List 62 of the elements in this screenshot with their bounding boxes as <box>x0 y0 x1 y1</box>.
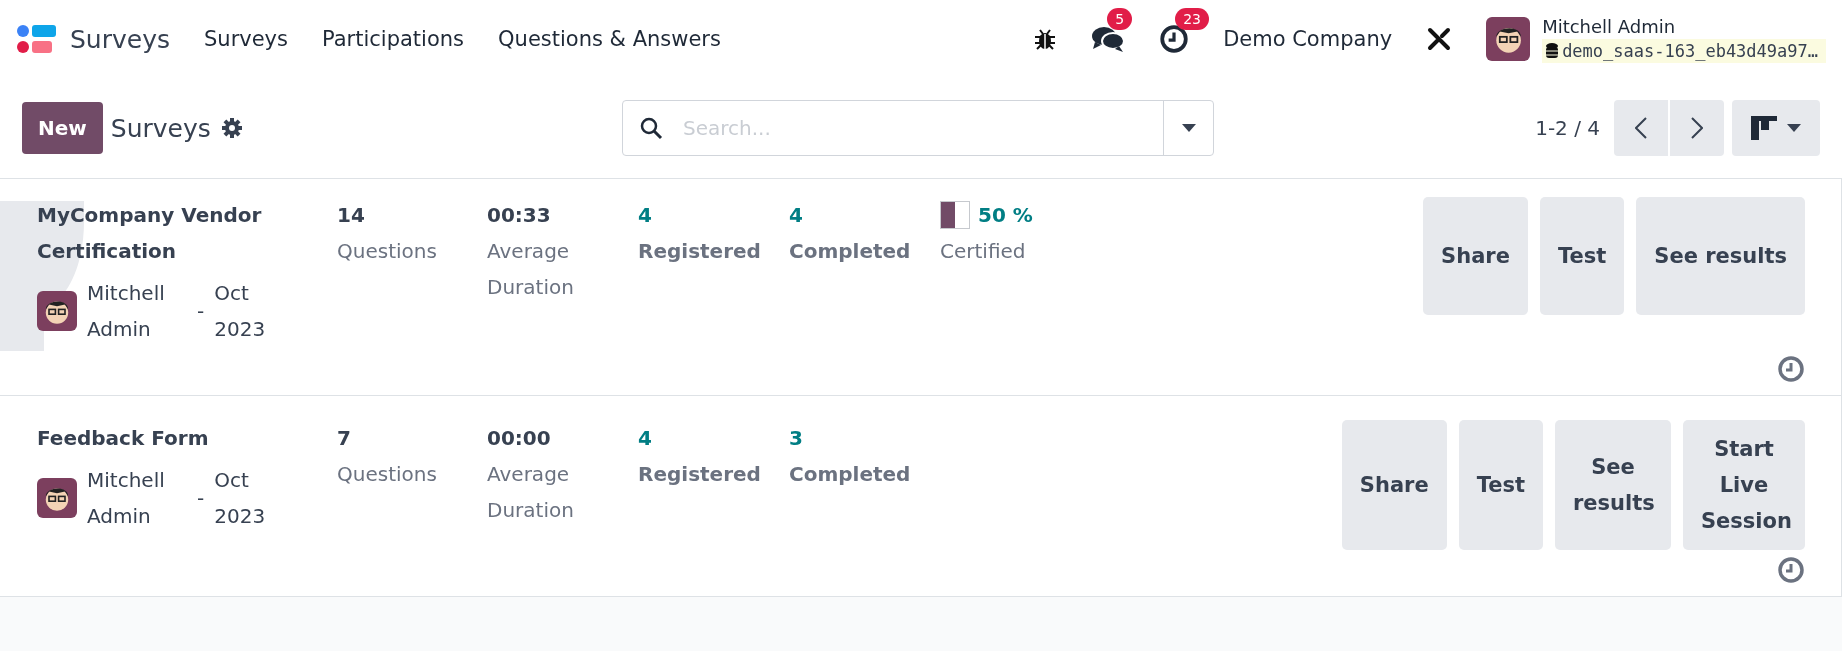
stat-value: 14 <box>337 202 366 229</box>
caret-icon <box>1787 124 1801 132</box>
stat-value: 00:33 <box>487 202 552 229</box>
menu-item[interactable]: Questions & Answers <box>498 27 721 51</box>
stat-label: Average Duration <box>487 238 575 301</box>
app-name[interactable]: Surveys <box>70 24 170 54</box>
search-icon <box>639 116 663 140</box>
menu-item[interactable]: Surveys <box>204 27 288 51</box>
app-logo-icon <box>16 23 58 55</box>
chat-icon[interactable] <box>1091 24 1126 54</box>
stat-label: Average Duration <box>487 461 575 524</box>
database-name: demo_saas-163_eb43d49a97… <box>1542 38 1826 63</box>
stat-value: 00:00 <box>487 425 552 452</box>
notification-badge: 5 <box>1107 8 1133 30</box>
responsible-name: Mitchell Admin <box>87 280 166 343</box>
settings-icon[interactable] <box>220 117 243 139</box>
kanban-icon <box>1751 116 1777 140</box>
stat-value[interactable]: 4 <box>638 197 789 233</box>
survey-title: MyCompany Vendor Certification <box>37 202 263 265</box>
action-button[interactable]: Test <box>1458 420 1543 550</box>
menu-item[interactable]: Participations <box>322 27 465 51</box>
action-button[interactable]: See results <box>1636 197 1805 315</box>
stat-value[interactable]: 4 <box>789 197 940 233</box>
stat-label: Certified <box>940 238 1027 265</box>
caret-icon <box>1181 124 1196 132</box>
company-name[interactable]: Demo Company <box>1223 27 1393 51</box>
chevron-right-icon <box>1691 117 1703 139</box>
action-button[interactable]: Start Live Session <box>1683 420 1805 550</box>
stat-label: Questions <box>337 238 438 265</box>
user-avatar[interactable] <box>1486 17 1531 61</box>
action-button[interactable]: See results <box>1555 420 1671 550</box>
stat-label[interactable]: Registered <box>638 456 788 492</box>
certified-progress-bar <box>940 201 970 229</box>
user-avatar <box>37 478 77 518</box>
stat-value[interactable]: 4 <box>638 420 789 456</box>
view-switcher-button[interactable] <box>1732 100 1820 156</box>
user-name[interactable]: Mitchell Admin <box>1542 15 1826 37</box>
notification-badge: 23 <box>1175 8 1209 30</box>
user-avatar <box>37 291 77 331</box>
separator-text: - <box>197 486 205 510</box>
chevron-left-icon <box>1635 117 1647 139</box>
action-button[interactable]: Test <box>1539 197 1625 315</box>
bug-icon[interactable] <box>1033 27 1058 51</box>
stat-label[interactable]: Completed <box>789 456 939 492</box>
action-button[interactable]: Share <box>1423 197 1528 315</box>
pager-value[interactable]: 1-2 / 4 <box>1535 116 1600 140</box>
responsible-name: Mitchell Admin <box>87 467 166 530</box>
breadcrumb: Surveys <box>110 113 211 143</box>
certified-percent[interactable]: 50 % <box>978 197 1033 233</box>
survey-date: Oct 2023 <box>214 467 267 530</box>
database-icon <box>1546 42 1559 59</box>
activity-clock-icon[interactable] <box>1159 24 1190 54</box>
stat-value[interactable]: 3 <box>789 420 940 456</box>
new-button[interactable]: New <box>22 102 103 154</box>
separator-text: - <box>197 299 205 323</box>
survey-title: Feedback Form <box>37 425 210 452</box>
survey-date: Oct 2023 <box>214 280 267 343</box>
stat-label: Questions <box>337 461 438 488</box>
action-button[interactable]: Share <box>1341 420 1447 550</box>
stat-value: 7 <box>337 425 352 452</box>
stat-label[interactable]: Registered <box>638 233 788 269</box>
stat-label[interactable]: Completed <box>789 233 939 269</box>
